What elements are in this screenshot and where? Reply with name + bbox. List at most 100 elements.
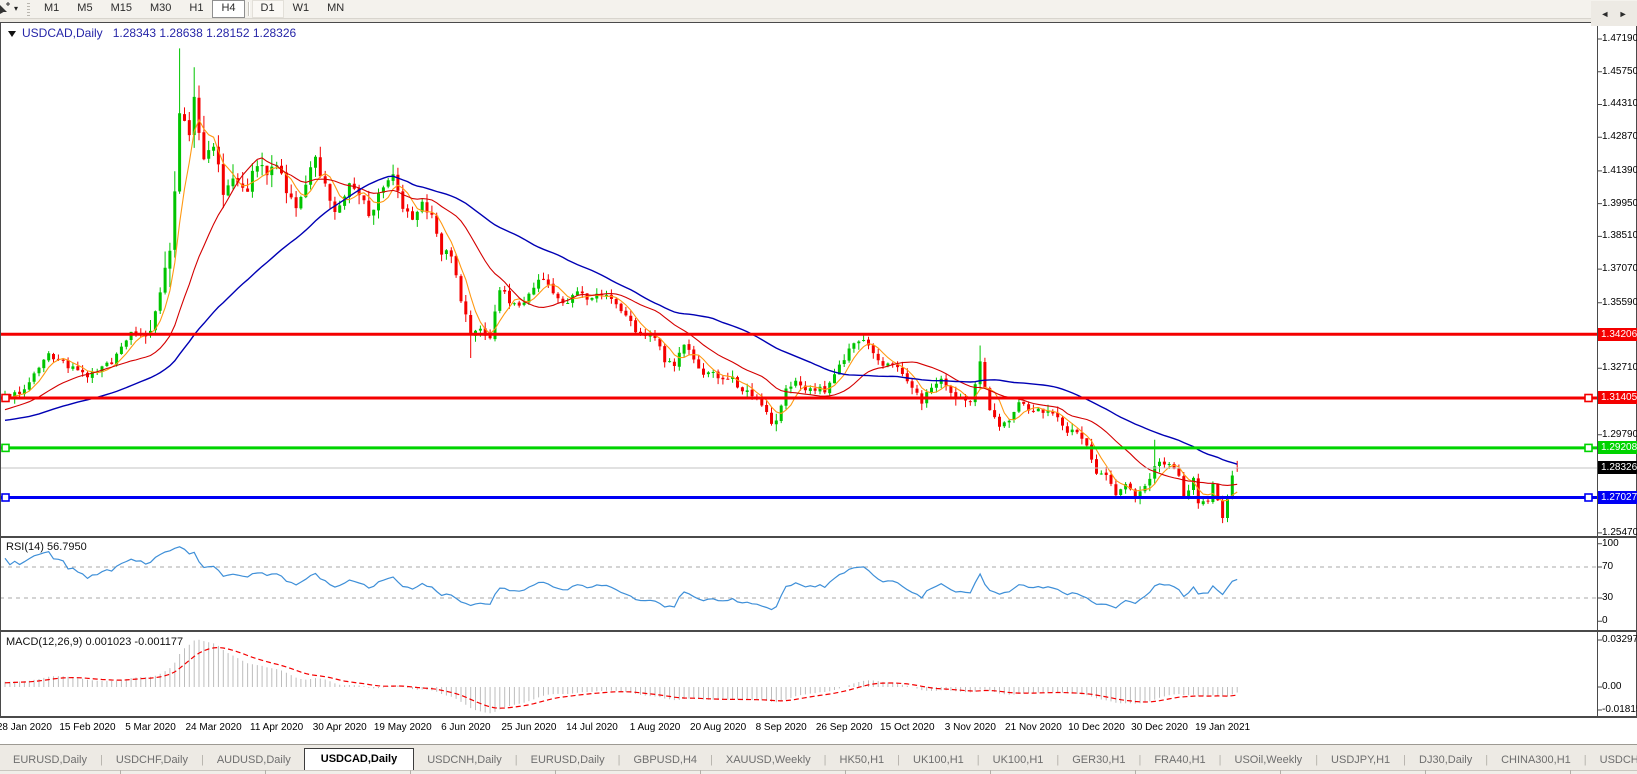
hline-price-badge: 1.29208	[1598, 441, 1637, 455]
date-label: 26 Sep 2020	[815, 722, 873, 733]
date-label: 5 Mar 2020	[125, 722, 176, 733]
tab-scroll-right-icon[interactable]: ►	[1619, 9, 1628, 19]
date-label: 3 Nov 2020	[944, 722, 996, 733]
tab-usdjpy-h1[interactable]: USDJPY,H1	[1318, 750, 1403, 771]
date-label: 30 Dec 2020	[1131, 722, 1188, 733]
date-label: 8 Sep 2020	[755, 722, 807, 733]
price-tick-label: 1.45750	[1602, 65, 1637, 77]
macd-tick-label: -0.018154	[1602, 704, 1637, 715]
macd-label: MACD(12,26,9) 0.001023 -0.001177	[6, 636, 184, 648]
tab-eurusd-daily[interactable]: EURUSD,Daily	[518, 750, 618, 771]
rsi-tick-label: 0	[1602, 615, 1608, 627]
line-handle[interactable]	[1584, 443, 1593, 453]
date-label: 10 Dec 2020	[1068, 722, 1125, 733]
chart-title: USDCAD,Daily 1.28343 1.28638 1.28152 1.28…	[8, 26, 296, 40]
date-label: 15 Feb 2020	[59, 722, 116, 733]
line-handle[interactable]	[1, 443, 10, 453]
price-tick-label: 1.29790	[1602, 428, 1637, 440]
status-strip-divider	[1570, 770, 1571, 774]
price-tick-label: 1.32710	[1602, 362, 1637, 374]
date-label: 15 Oct 2020	[880, 722, 935, 733]
tab-usdchf-h1[interactable]: USDCHF,H1	[1587, 750, 1637, 771]
hline-price-badge: 1.27027	[1598, 491, 1637, 504]
tab-uk100-h1[interactable]: UK100,H1	[980, 750, 1057, 771]
timeframe-button-h4[interactable]: H4	[212, 0, 245, 18]
rsi-tick-label: 70	[1602, 561, 1614, 572]
hline-price-badge: 1.31405	[1598, 391, 1637, 405]
tool-dropdown-caret-icon[interactable]: ▾	[14, 2, 18, 16]
mt4-window: ▾ M1 M5 M15 M30 H1 H4 D1 W1 MN USDCAD,Daily 1.283…	[0, 0, 1637, 774]
date-label: 24 Mar 2020	[185, 722, 242, 733]
tab-scroll-left-icon[interactable]: ◄	[1600, 9, 1609, 19]
timeframe-button-m5[interactable]: M5	[68, 0, 101, 18]
chart-menu-triangle-icon[interactable]	[8, 31, 16, 37]
date-label: 6 Jun 2020	[441, 722, 491, 733]
status-strip-divider	[1425, 770, 1426, 774]
chart-ohlc-values: 1.28343 1.28638 1.28152 1.28326	[112, 26, 297, 40]
toolbar-grip[interactable]	[27, 2, 31, 16]
price-tick-label: 1.38510	[1602, 230, 1637, 242]
status-strip-divider	[1135, 770, 1136, 774]
tab-hk50-h1[interactable]: HK50,H1	[827, 750, 898, 771]
date-label: 19 Jan 2021	[1195, 722, 1251, 733]
tab-gbpusd-h4[interactable]: GBPUSD,H4	[620, 750, 710, 771]
status-strip-divider	[120, 770, 121, 774]
crosshair-tool-icon[interactable]	[0, 2, 12, 16]
price-tick-label: 1.42870	[1602, 131, 1637, 143]
tab-usdchf-daily[interactable]: USDCHF,Daily	[103, 750, 201, 771]
timeframe-button-d1[interactable]: D1	[251, 0, 284, 18]
tab-usdcad-daily[interactable]: USDCAD,Daily	[303, 748, 415, 771]
chart-symbol-period: USDCAD,Daily	[22, 26, 103, 40]
price-tick-label: 1.39950	[1602, 197, 1637, 209]
line-handle[interactable]	[1, 393, 10, 403]
tab-audusd-daily[interactable]: AUDUSD,Daily	[204, 750, 304, 771]
timeframe-button-m15[interactable]: M15	[102, 0, 141, 18]
date-label: 14 Jul 2020	[566, 722, 618, 733]
date-label: 25 Jun 2020	[501, 722, 557, 733]
tab-usdcnh-daily[interactable]: USDCNH,Daily	[414, 750, 515, 771]
macd-tick-label: 0.00	[1602, 681, 1622, 692]
date-label: 20 Aug 2020	[690, 722, 747, 733]
tab-ger30-h1[interactable]: GER30,H1	[1059, 750, 1138, 771]
status-strip-divider	[990, 770, 991, 774]
rsi-tick-label: 30	[1602, 592, 1614, 603]
line-handle[interactable]	[1584, 393, 1593, 403]
rsi-tick-label: 100	[1602, 537, 1619, 549]
timeframe-button-m30[interactable]: M30	[141, 0, 180, 18]
tab-eurusd-daily[interactable]: EURUSD,Daily	[0, 750, 100, 771]
status-strip-divider	[265, 770, 266, 774]
chart-tab-bar: EURUSD,Daily | USDCHF,Daily | AUDUSD,Daily US…	[0, 744, 1637, 771]
status-strip-divider	[410, 770, 411, 774]
line-handle[interactable]	[1584, 493, 1593, 502]
date-label: 30 Apr 2020	[312, 722, 367, 733]
tab-uk100-h1[interactable]: UK100,H1	[900, 750, 977, 771]
status-strip-divider	[1280, 770, 1281, 774]
status-strip	[0, 770, 1637, 774]
price-tick-label: 1.47190	[1602, 33, 1637, 44]
timeframe-button-h1[interactable]: H1	[180, 0, 212, 18]
timeframe-button-w1[interactable]: W1	[284, 0, 319, 18]
tab-fra40-h1[interactable]: FRA40,H1	[1141, 750, 1218, 771]
toolbar-separator	[247, 2, 249, 16]
chart-canvas[interactable]	[0, 0, 1637, 744]
price-tick-label: 1.41390	[1602, 164, 1637, 176]
tab-dj30-daily[interactable]: DJ30,Daily	[1406, 750, 1485, 771]
tab-usoil-weekly[interactable]: USOil,Weekly	[1222, 750, 1316, 771]
rsi-label: RSI(14) 56.7950	[6, 541, 87, 553]
date-label: 21 Nov 2020	[1005, 722, 1062, 733]
date-label: 19 May 2020	[373, 722, 432, 733]
timeframe-button-m1[interactable]: M1	[35, 0, 68, 18]
tab-xauusd-weekly[interactable]: XAUUSD,Weekly	[713, 750, 824, 771]
timeframe-button-mn[interactable]: MN	[318, 0, 353, 18]
line-handle[interactable]	[1, 493, 10, 502]
current-price-badge: 1.28326	[1598, 461, 1637, 475]
top-toolbar: ▾ M1 M5 M15 M30 H1 H4 D1 W1 MN	[0, 0, 1637, 19]
date-label: 11 Apr 2020	[250, 722, 304, 733]
tab-scroll-buttons: ◄ ►	[1591, 1, 1637, 26]
hline-price-badge: 1.34206	[1598, 327, 1637, 341]
price-tick-label: 1.35590	[1602, 296, 1637, 308]
date-label: 28 Jan 2020	[0, 722, 52, 733]
date-label: 1 Aug 2020	[629, 722, 681, 733]
price-tick-label: 1.44310	[1602, 98, 1637, 110]
tab-china300-h1[interactable]: CHINA300,H1	[1488, 750, 1584, 771]
